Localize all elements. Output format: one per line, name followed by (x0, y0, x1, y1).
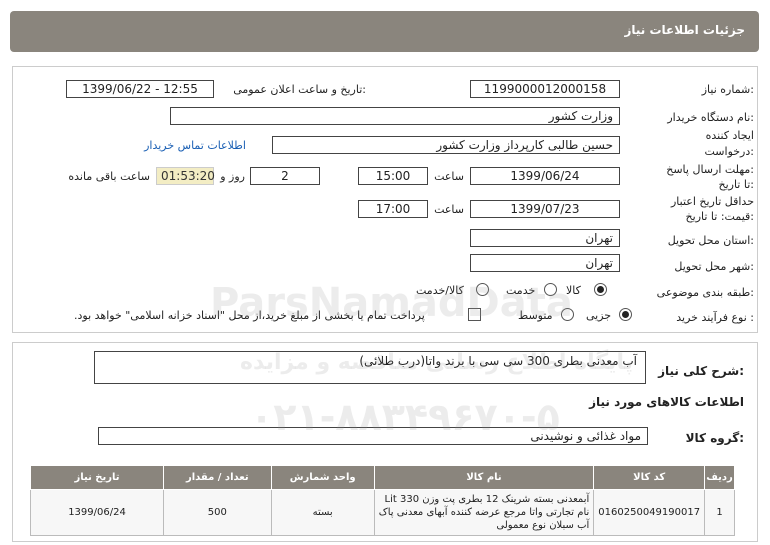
col-code: کد کالا (593, 465, 706, 490)
need-number-field[interactable]: 1199000012000158 (470, 80, 620, 98)
category-radio-service[interactable] (544, 283, 557, 296)
col-qty: تعداد / مقدار (163, 465, 272, 490)
process-option-medium: متوسط (518, 309, 553, 322)
category-radio-both[interactable] (476, 283, 489, 296)
col-name: نام کالا (373, 465, 595, 490)
goods-table-header: ردیف کد کالا نام کالا واحد شمارش تعداد /… (29, 465, 735, 490)
validity-time-field[interactable]: 17:00 (358, 200, 428, 218)
deadline-time-label: ساعت (434, 170, 464, 183)
treasury-payment-checkbox[interactable] (468, 308, 481, 321)
row-name: آبمعدنی بسته شرینک 12 بطری پت وزن Lit 33… (373, 489, 595, 536)
deadline-time-field[interactable]: 15:00 (358, 167, 428, 185)
col-unit: واحد شمارش (270, 465, 375, 490)
remaining-time-timer: 01:53:20 (156, 167, 215, 185)
category-option-both: کالا/خدمت (416, 284, 464, 297)
goods-group-field[interactable]: مواد غذائی و نوشیدنی (98, 427, 648, 445)
page-title: جزئیات اطلاعات نیاز (624, 23, 745, 37)
validity-date-field[interactable]: 1399/07/23 (470, 200, 620, 218)
row-qty: 500 (163, 489, 272, 536)
category-option-service: خدمت (506, 284, 536, 297)
category-label: طبقه بندی موضوعی: (656, 286, 754, 299)
province-label: استان محل تحویل: (667, 234, 754, 247)
days-remaining-field[interactable]: 2 (250, 167, 320, 185)
deadline-label-1: مهلت ارسال پاسخ: (666, 163, 754, 176)
validity-label-1: حداقل تاریخ اعتبار (670, 195, 754, 208)
deadline-label-2: تا تاریخ: (718, 178, 754, 191)
table-row[interactable]: 1 0160250049190017 آبمعدنی بسته شرینک 12… (29, 489, 735, 536)
page-header: جزئیات اطلاعات نیاز (10, 11, 759, 52)
row-date: 1399/06/24 (29, 489, 165, 536)
deadline-date-field[interactable]: 1399/06/24 (470, 167, 620, 185)
category-radio-goods[interactable] (594, 283, 607, 296)
row-unit: بسته (270, 489, 375, 536)
announce-datetime-field[interactable]: 1399/06/22 - 12:55 (66, 80, 214, 98)
remaining-label: ساعت باقی مانده (68, 170, 150, 183)
goods-table: ردیف کد کالا نام کالا واحد شمارش تعداد /… (29, 465, 735, 536)
validity-label-2: قیمت: تا تاریخ: (685, 210, 754, 223)
row-code: 0160250049190017 (593, 489, 706, 536)
process-option-minor: جزیی (586, 309, 612, 322)
requester-field[interactable]: حسین طالبی کارپرداز وزارت کشور (272, 136, 620, 154)
city-label: شهر محل تحویل: (674, 260, 754, 273)
requester-label-1: ایجاد کننده (705, 129, 754, 142)
category-option-goods: کالا (566, 284, 581, 297)
col-date: تاریخ نیاز (29, 465, 165, 490)
summary-text: آب معدنی بطری 300 سی سی با برند واتا(درب… (359, 354, 637, 368)
buyer-field[interactable]: وزارت کشور (170, 107, 620, 125)
col-index: ردیف (704, 465, 735, 490)
goods-group-label: گروه کالا: (685, 431, 744, 445)
city-field[interactable]: تهران (470, 254, 620, 272)
process-label: نوع فرآیند خرید : (676, 311, 754, 324)
need-number-label: شماره نیاز: (701, 83, 754, 96)
process-radio-medium[interactable] (561, 308, 574, 321)
buyer-label: نام دستگاه خریدار: (667, 111, 754, 124)
province-field[interactable]: تهران (470, 229, 620, 247)
summary-box[interactable]: آب معدنی بطری 300 سی سی با برند واتا(درب… (94, 351, 646, 384)
validity-time-label: ساعت (434, 203, 464, 216)
row-index: 1 (704, 489, 735, 536)
goods-section-title: اطلاعات کالاهای مورد نیاز (589, 395, 744, 409)
treasury-payment-note: پرداخت تمام یا بخشی از مبلغ خرید،از محل … (74, 309, 425, 322)
process-radio-minor[interactable] (619, 308, 632, 321)
contact-buyer-link[interactable]: اطلاعات تماس خریدار (144, 139, 246, 152)
requester-label-2: درخواست: (704, 145, 755, 158)
announce-label: تاریخ و ساعت اعلان عمومی: (233, 83, 366, 96)
summary-label: شرح کلی نیاز: (658, 364, 744, 378)
days-label: روز و (220, 170, 245, 183)
